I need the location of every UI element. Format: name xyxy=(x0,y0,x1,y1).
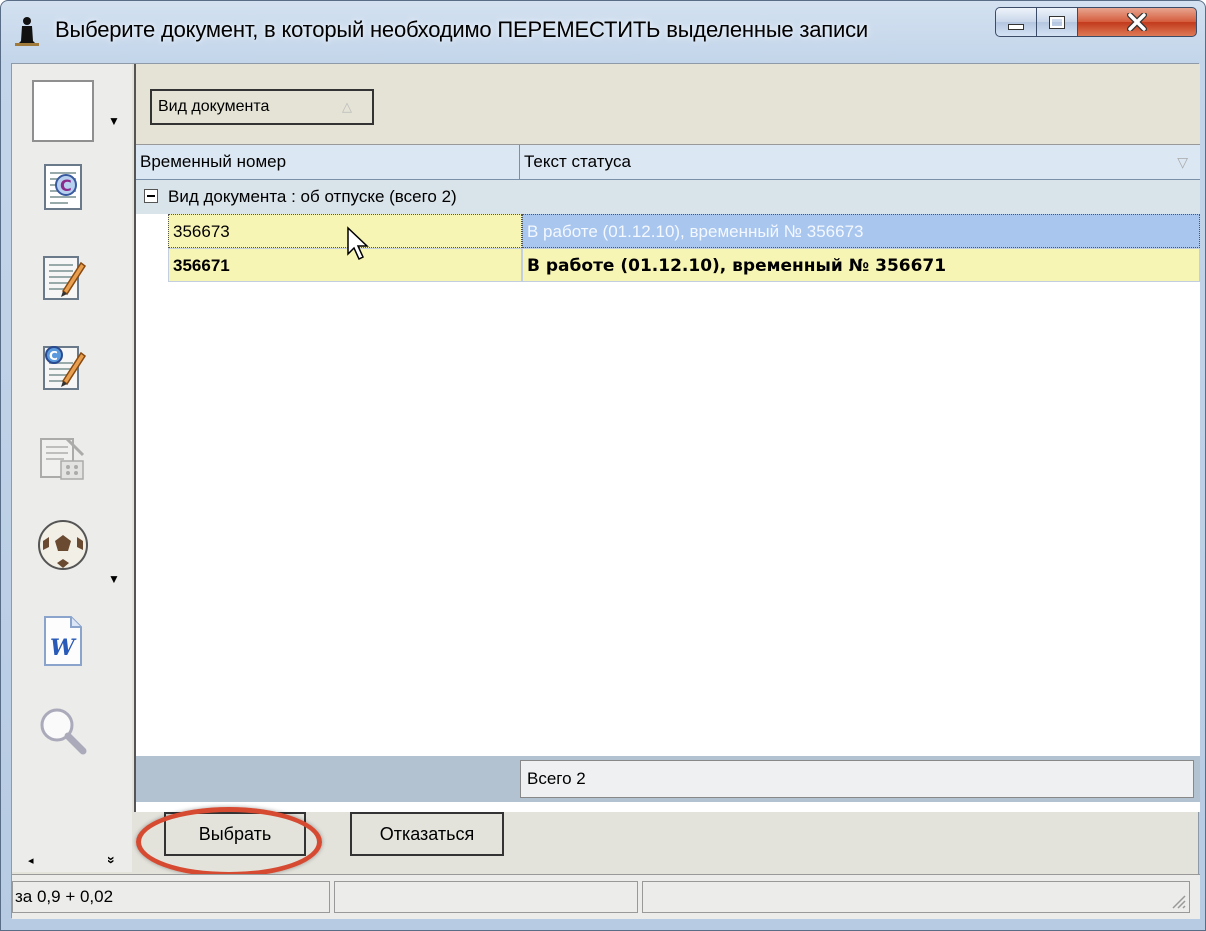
column-header-status-label: Текст статуса xyxy=(524,152,631,171)
app-figure-icon xyxy=(15,17,39,46)
cancel-button[interactable]: Отказаться xyxy=(350,812,504,856)
edit-document-button[interactable] xyxy=(30,244,96,310)
column-header-number[interactable]: Временный номер xyxy=(136,145,520,179)
filter-icon[interactable]: ▽ xyxy=(1177,145,1188,179)
blank-document-icon xyxy=(32,80,94,142)
ball-button[interactable] xyxy=(30,512,96,578)
toolbar-nav: ◂ » xyxy=(28,854,128,870)
minimize-button[interactable] xyxy=(995,7,1037,37)
group-by-chip[interactable]: Вид документа △ xyxy=(150,89,374,125)
column-header-number-label: Временный номер xyxy=(140,152,287,171)
word-document-icon: W xyxy=(44,616,82,666)
new-document-button[interactable] xyxy=(30,78,96,144)
magnifier-icon xyxy=(40,708,87,755)
ball-icon xyxy=(38,520,88,570)
close-button[interactable] xyxy=(1077,7,1197,37)
summary-footer: Всего 2 xyxy=(136,756,1200,802)
document-c-edit-icon: C xyxy=(43,346,87,390)
form-settings-icon xyxy=(40,437,85,480)
table-row[interactable]: 356673 В работе (01.12.10), временный № … xyxy=(168,214,1200,248)
dialog-window: Выберите документ, в который необходимо … xyxy=(0,0,1206,931)
resize-grip-icon[interactable] xyxy=(1169,892,1187,910)
svg-text:C: C xyxy=(60,176,72,195)
group-row-label: Вид документа : об отпуске (всего 2) xyxy=(168,187,457,206)
edit-document-c-button[interactable]: C xyxy=(30,334,96,400)
left-toolbar: ▼ C C ▼ W ◂ » xyxy=(12,64,132,872)
minimize-icon xyxy=(1008,24,1024,30)
close-icon xyxy=(1127,13,1147,31)
cell-status[interactable]: В работе (01.12.10), временный № 356671 xyxy=(522,248,1200,282)
mouse-cursor-icon xyxy=(347,226,369,261)
document-c-icon: C xyxy=(44,164,82,210)
dialog-buttons: Выбрать Отказаться xyxy=(134,807,1198,877)
status-timing: за 0,9 + 0,02 xyxy=(12,881,330,913)
document-grid: Вид документа △ Временный номер Текст ст… xyxy=(134,64,1200,812)
column-headers: Временный номер Текст статуса ▽ xyxy=(136,145,1200,180)
select-button-highlight xyxy=(136,807,322,877)
ball-dropdown-icon[interactable]: ▼ xyxy=(108,572,120,586)
export-word-button[interactable]: W xyxy=(30,608,96,674)
document-edit-icon xyxy=(43,256,87,300)
cell-status[interactable]: В работе (01.12.10), временный № 356673 xyxy=(522,214,1200,248)
status-bar: за 0,9 + 0,02 xyxy=(12,874,1200,919)
group-by-panel: Вид документа △ xyxy=(136,64,1200,145)
column-header-status[interactable]: Текст статуса ▽ xyxy=(520,145,1200,179)
summary-total: Всего 2 xyxy=(520,760,1194,798)
sort-ascending-icon: △ xyxy=(342,99,352,114)
maximize-icon xyxy=(1049,15,1065,29)
maximize-button[interactable] xyxy=(1036,7,1078,37)
group-row[interactable]: Вид документа : об отпуске (всего 2) xyxy=(136,180,1200,214)
dialog-client-area: ▼ C C ▼ W ◂ » Вид документа △ Временный … xyxy=(11,63,1200,919)
cell-number[interactable]: 356671 xyxy=(168,248,522,282)
more-tools-icon[interactable]: » xyxy=(104,856,120,864)
search-button[interactable] xyxy=(30,698,96,764)
table-row[interactable]: 356671 В работе (01.12.10), временный № … xyxy=(168,248,1200,282)
svg-text:W: W xyxy=(50,635,77,661)
window-title: Выберите документ, в который необходимо … xyxy=(55,17,868,42)
status-panel-2 xyxy=(334,881,638,913)
new-document-dropdown-icon[interactable]: ▼ xyxy=(108,114,120,128)
scroll-left-icon[interactable]: ◂ xyxy=(28,854,34,867)
title-bar[interactable]: Выберите документ, в который необходимо … xyxy=(1,1,1205,61)
status-panel-3 xyxy=(642,881,1190,913)
group-by-label: Вид документа xyxy=(158,98,270,115)
document-c-button[interactable]: C xyxy=(30,154,96,220)
svg-text:C: C xyxy=(49,349,58,363)
form-settings-button[interactable] xyxy=(30,426,96,492)
collapse-group-icon[interactable] xyxy=(144,189,158,203)
cell-number[interactable]: 356673 xyxy=(168,214,522,248)
